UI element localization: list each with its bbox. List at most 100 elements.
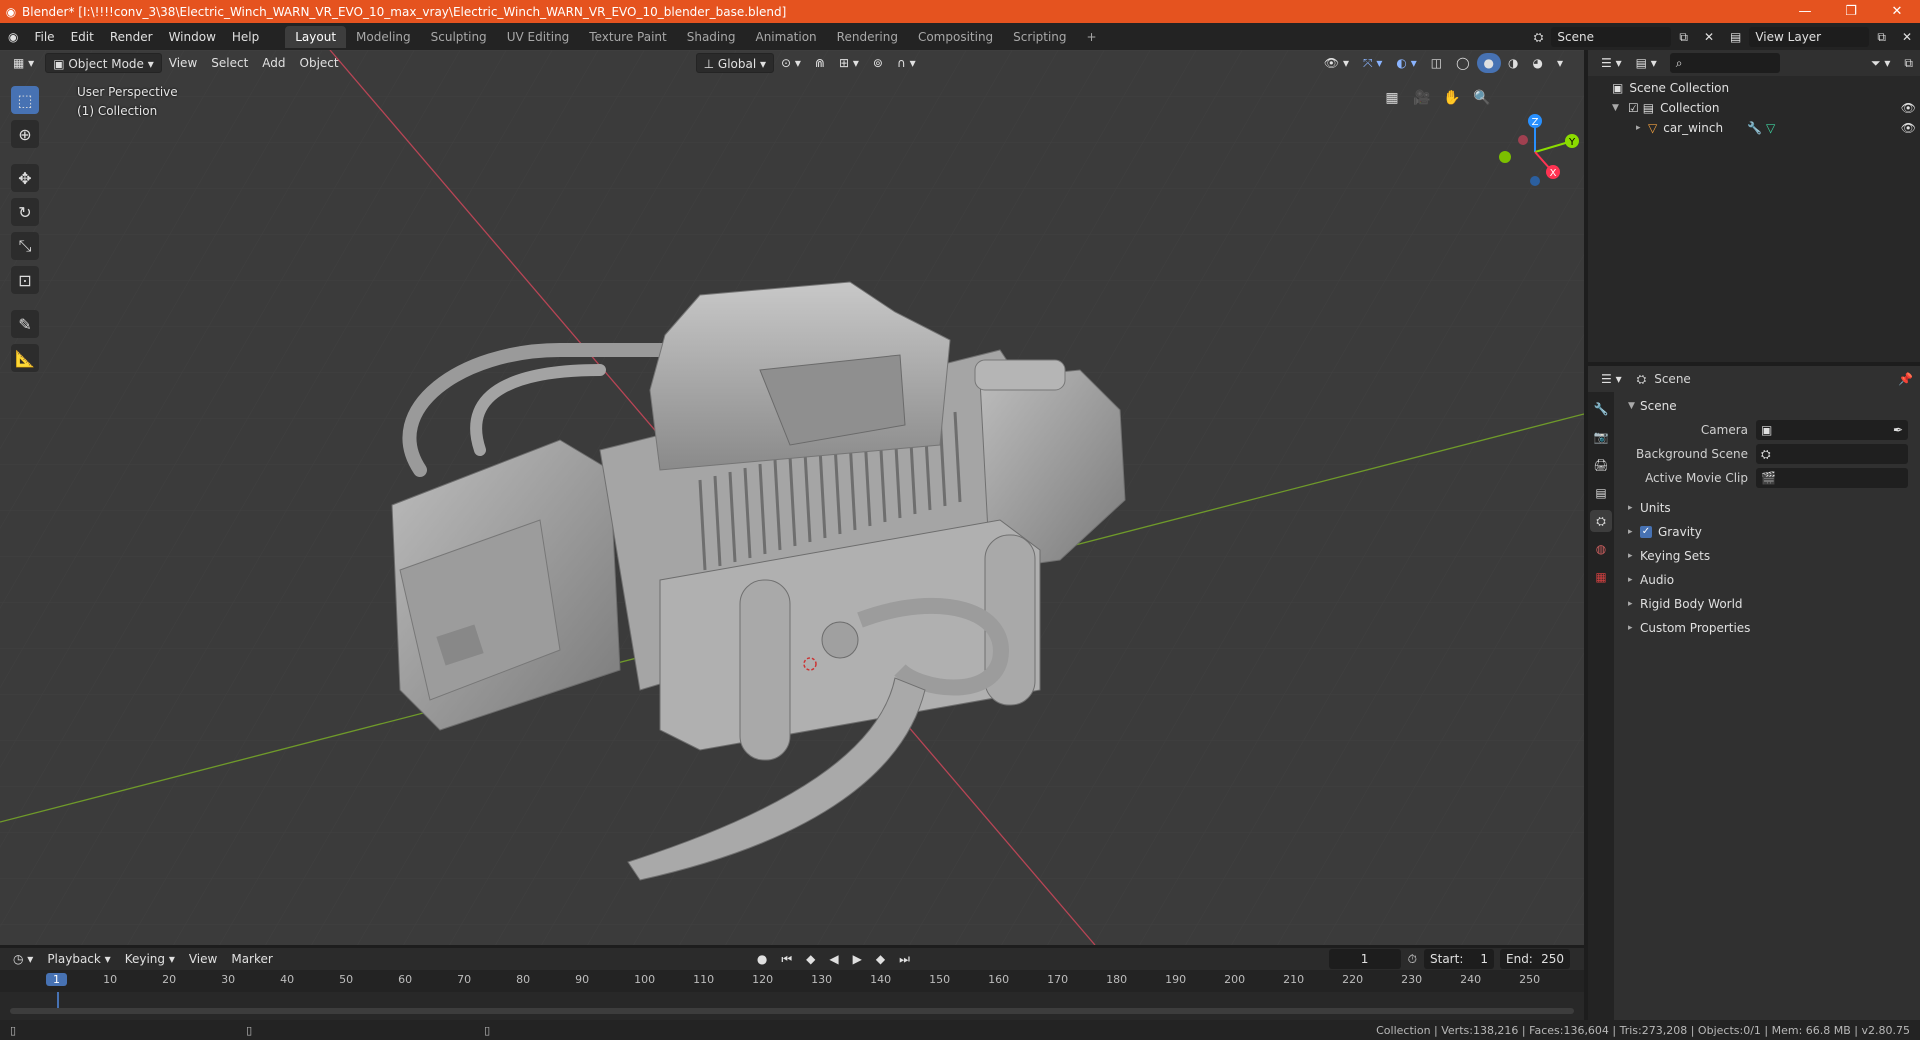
snap-icon[interactable]: ⋒ [808,53,832,73]
render-tab-icon[interactable]: 📷 [1590,426,1612,448]
overlay-toggle-icon[interactable]: ◐ ▾ [1389,53,1423,73]
menu-window[interactable]: Window [161,26,224,48]
snap-target-icon[interactable]: ⊞ ▾ [832,53,866,73]
minimize-button[interactable]: — [1782,0,1828,23]
select-box-tool-icon[interactable]: ⬚ [11,86,39,114]
close-button[interactable]: ✕ [1874,0,1920,23]
delete-view-layer-icon[interactable]: ✕ [1894,26,1920,48]
zoom-icon[interactable]: 🔍 [1470,86,1494,110]
annotate-tool-icon[interactable]: ✎ [11,310,39,338]
proportional-editing-icon[interactable]: ⊚ [866,53,890,73]
falloff-icon[interactable]: ∩ ▾ [890,53,923,73]
delete-scene-icon[interactable]: ✕ [1696,26,1722,48]
viewport-menu-view[interactable]: View [162,53,204,73]
current-frame-field[interactable]: 1 [1328,949,1401,969]
timeline-menu-view[interactable]: View [182,949,224,969]
tab-texture-paint[interactable]: Texture Paint [579,26,676,48]
end-frame-field[interactable]: End: 250 [1500,949,1570,969]
tab-layout[interactable]: Layout [285,25,347,48]
jump-end-icon[interactable]: ⏭ [892,949,917,969]
camera-view-icon[interactable]: 🎥 [1410,86,1434,110]
3d-viewport[interactable]: Z Y X [0,50,1584,945]
object-mode-dropdown[interactable]: ▣ Object Mode ▾ [45,53,162,73]
display-mode-icon[interactable]: ▤ ▾ [1629,53,1664,73]
units-panel[interactable]: ▸ Units [1616,496,1918,520]
eyedropper-icon[interactable]: ✒ [1893,423,1903,437]
properties-editor-type-icon[interactable]: ☰ ▾ [1594,369,1629,389]
scene-panel-header[interactable]: ▼ Scene [1616,394,1918,418]
view-layer-tab-icon[interactable]: ▤ [1590,482,1612,504]
outliner-search-field[interactable]: ⌕ [1669,53,1780,73]
next-keyframe-icon[interactable]: ◆ [869,949,892,969]
xray-toggle-icon[interactable]: ◫ [1424,53,1449,73]
object-visibility-icon[interactable]: 👁 [1901,121,1916,135]
scene-collection-row[interactable]: ▣ Scene Collection [1600,78,1916,98]
menu-file[interactable]: File [26,26,62,48]
menu-edit[interactable]: Edit [63,26,102,48]
tab-rendering[interactable]: Rendering [827,26,908,48]
grid-view-icon[interactable]: ▦ [1380,86,1404,110]
tool-tab-icon[interactable]: 🔧 [1590,398,1612,420]
scene-field[interactable]: Scene [1551,26,1672,47]
timeline-menu-playback[interactable]: Playback ▾ [40,949,117,969]
custom-properties-panel[interactable]: ▸ Custom Properties [1616,616,1918,640]
viewport-menu-add[interactable]: Add [255,53,292,73]
pin-icon[interactable]: 📌 [1891,369,1920,389]
keying-sets-panel[interactable]: ▸ Keying Sets [1616,544,1918,568]
timeline-scrollbar[interactable] [10,1008,1574,1014]
current-frame-marker[interactable]: 1 [46,973,67,986]
move-tool-icon[interactable]: ✥ [11,164,39,192]
wireframe-shading-icon[interactable]: ◯ [1449,53,1476,73]
record-icon[interactable]: ● [750,949,774,969]
timeline-menu-keying[interactable]: Keying ▾ [118,949,182,969]
gravity-panel[interactable]: ▸ ✓ Gravity [1616,520,1918,544]
material-shading-icon[interactable]: ◑ [1501,53,1525,73]
new-scene-icon[interactable]: ⧉ [1671,26,1696,48]
timeline-menu-marker[interactable]: Marker [224,949,279,969]
tab-modeling[interactable]: Modeling [346,26,421,48]
start-frame-field[interactable]: Start: 1 [1424,949,1494,969]
scene-tab-icon[interactable]: ⛭ [1590,510,1612,532]
texture-tab-icon[interactable]: ▦ [1590,566,1612,588]
background-scene-field[interactable]: ⛭ [1756,444,1908,464]
object-row[interactable]: ▸ ▽ car_winch 🔧 ▽ 👁 [1600,118,1916,138]
menu-render[interactable]: Render [102,26,161,48]
solid-shading-icon[interactable]: ● [1476,53,1501,73]
timeline-editor-type-icon[interactable]: ◷ ▾ [6,949,40,969]
scene-selector-icon[interactable]: ⛭ [1526,26,1552,48]
measure-tool-icon[interactable]: 📐 [11,344,39,372]
menu-help[interactable]: Help [224,26,267,48]
shading-options-icon[interactable]: ▾ [1550,53,1570,73]
transform-orientation-dropdown[interactable]: ⊥ Global ▾ [695,53,775,73]
tab-compositing[interactable]: Compositing [908,26,1003,48]
tab-animation[interactable]: Animation [745,26,826,48]
world-tab-icon[interactable]: ◍ [1590,538,1612,560]
editor-type-icon[interactable]: ▦ ▾ [6,53,41,73]
blender-menu-icon[interactable]: ◉ [0,26,26,48]
viewport-menu-object[interactable]: Object [293,53,346,73]
collection-checkbox[interactable]: ☑ [1628,101,1639,115]
expand-object-icon[interactable]: ▸ [1636,123,1648,133]
timeline-track[interactable] [0,992,1584,1020]
prev-keyframe-icon[interactable]: ◆ [799,949,822,969]
tab-uv-editing[interactable]: UV Editing [497,26,580,48]
rendered-shading-icon[interactable]: ◕ [1525,53,1549,73]
audio-panel[interactable]: ▸ Audio [1616,568,1918,592]
visibility-icon[interactable]: 👁 ▾ [1317,53,1356,73]
collection-row[interactable]: ▼ ☑ ▤ Collection 👁 [1600,98,1916,118]
outliner-editor-type-icon[interactable]: ☰ ▾ [1594,53,1629,73]
add-workspace-icon[interactable]: + [1077,26,1107,48]
gizmo-toggle-icon[interactable]: ⤧ ▾ [1356,53,1389,73]
view-layer-field[interactable]: View Layer [1749,26,1870,47]
rotate-tool-icon[interactable]: ↻ [11,198,39,226]
play-reverse-icon[interactable]: ◀ [822,949,845,969]
maximize-button[interactable]: ❐ [1828,0,1874,23]
expand-collection-icon[interactable]: ▼ [1612,103,1624,113]
viewport-menu-select[interactable]: Select [204,53,255,73]
rigid-body-world-panel[interactable]: ▸ Rigid Body World [1616,592,1918,616]
filter-icon[interactable]: ⏷ ▾ [1864,53,1897,73]
tab-shading[interactable]: Shading [677,26,746,48]
camera-field[interactable]: ▣ ✒ [1756,420,1908,440]
collection-visibility-icon[interactable]: 👁 [1901,101,1916,115]
gravity-checkbox[interactable]: ✓ [1640,526,1652,538]
